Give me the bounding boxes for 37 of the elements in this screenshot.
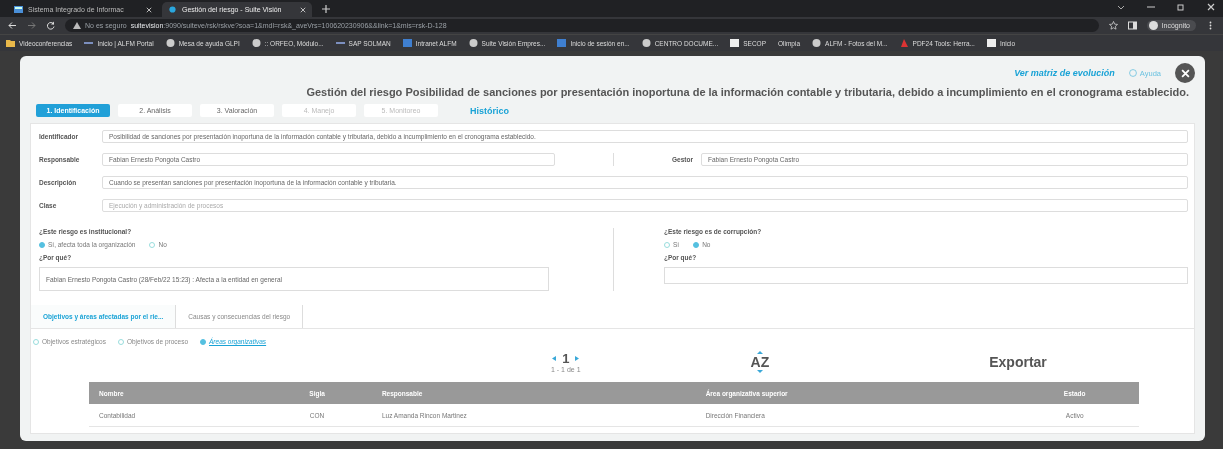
app-icon [14,6,23,13]
help-icon [1128,69,1137,77]
radio-button[interactable] [39,241,45,248]
sort-up-icon[interactable] [756,351,763,354]
star-icon[interactable] [1108,21,1118,30]
sort-button[interactable]: AZ [750,354,770,370]
new-tab-icon[interactable] [322,5,330,13]
folder-icon [6,39,15,47]
dash-icon [84,39,94,47]
minimize-icon[interactable] [1147,3,1155,11]
close-button[interactable] [1175,63,1195,83]
close-icon[interactable] [1207,3,1215,11]
export-button[interactable]: Exportar [989,354,1047,370]
sort-down-icon[interactable] [756,370,763,373]
close-icon[interactable] [300,6,306,13]
dash-icon [335,39,345,47]
input-field[interactable] [664,267,1188,284]
radio-button[interactable] [200,338,206,345]
close-icon [1180,68,1190,78]
back-icon[interactable] [8,21,17,30]
tile-icon [402,39,412,47]
dialog-title: Gestión del riesgo Posibilidad de sanciones por presentación inoportuna de la información contable y tributaria, debido a incumplimiento en el cronograma establecido. [305,86,1190,98]
forward-icon[interactable] [27,21,36,30]
chevron-icon[interactable] [1117,3,1125,11]
next-icon[interactable] [575,356,580,361]
warning-icon [73,22,81,29]
page-icon [986,39,996,47]
reload-icon[interactable] [46,21,55,30]
page-icon [730,39,740,47]
page-number: 1 [562,351,570,366]
radio-button[interactable] [693,241,700,248]
restore-icon[interactable] [1177,3,1185,11]
tile-icon [557,39,567,47]
side-panel-icon[interactable] [1127,21,1137,30]
previous-icon[interactable] [552,356,557,361]
close-icon[interactable] [146,6,152,13]
avatar-icon [1148,21,1158,30]
